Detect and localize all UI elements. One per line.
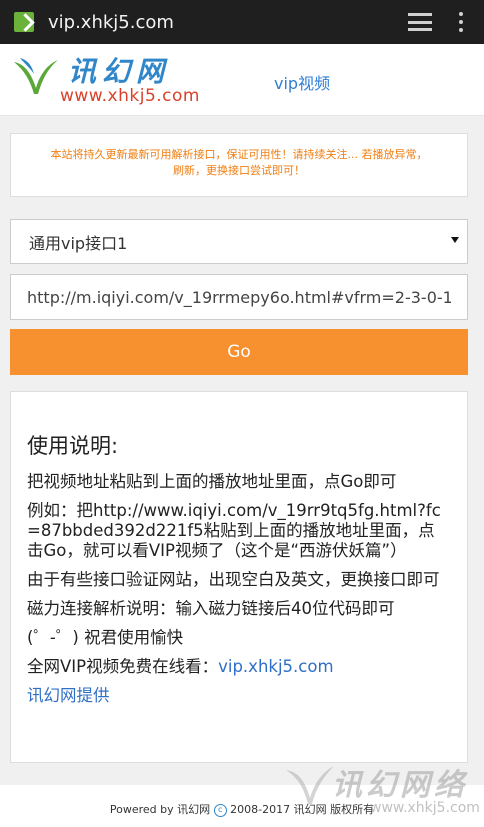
instruction-5: (゜-゜) 祝君使用愉快	[27, 628, 184, 647]
overflow-menu-icon[interactable]	[458, 12, 464, 32]
logo-text: 讯幻网	[68, 55, 171, 88]
dropdown-arrow-icon	[451, 237, 459, 243]
instructions-title: 使用说明:	[27, 434, 119, 458]
site-favicon-icon	[14, 12, 34, 32]
footer: Powered by 讯幻网 c 2008-2017 讯幻网 版权所有	[0, 785, 484, 827]
instruction-2: 例如：把http://www.iqiyi.com/v_19rr9tq5fg.ht…	[27, 501, 441, 560]
address-bar[interactable]: vip.xhkj5.com	[48, 12, 408, 33]
logo-domain: www.xhkj5.com	[60, 86, 200, 106]
notice-line-2: 刷新，更换接口尝试即可！	[173, 164, 305, 177]
site-logo[interactable]: 讯幻网 www.xhkj5.com	[12, 50, 212, 110]
api-select[interactable]: 通用vip接口1	[10, 219, 468, 264]
instruction-4: 磁力连接解析说明：输入磁力链接后40位代码即可	[27, 599, 395, 618]
nav-vip-video-link[interactable]: vip视频	[274, 70, 330, 94]
video-url-input[interactable]	[10, 274, 468, 320]
footer-powered: Powered by 讯幻网	[109, 803, 211, 816]
copyright-icon: c	[213, 803, 227, 817]
instructions-panel: 使用说明: 把视频地址粘贴到上面的播放地址里面，点Go即可 例如：把http:/…	[10, 391, 468, 763]
instruction-7: 讯幻网提供	[27, 686, 451, 706]
vip-site-link[interactable]: vip.xhkj5.com	[218, 657, 333, 676]
instruction-6: 全网VIP视频免费在线看：vip.xhkj5.com	[27, 657, 451, 677]
tabs-icon[interactable]	[408, 13, 432, 31]
instruction-3: 由于有些接口验证网站，出现空白及英文，更换接口即可	[27, 570, 440, 589]
notice-line-1: 本站将持久更新最新可用解析接口，保证可用性！请持续关注... 若播放异常，	[50, 148, 428, 161]
instruction-6-text: 全网VIP视频免费在线看：	[27, 657, 219, 676]
site-header: 讯幻网 www.xhkj5.com vip视频	[0, 44, 484, 116]
bird-logo-icon	[14, 58, 58, 94]
instruction-1: 把视频地址粘贴到上面的播放地址里面，点Go即可	[27, 472, 397, 491]
browser-toolbar: vip.xhkj5.com	[0, 0, 484, 44]
footer-copyright: 2008-2017 讯幻网 版权所有	[230, 803, 375, 816]
go-button[interactable]: Go	[10, 329, 468, 375]
provider-link[interactable]: 讯幻网提供	[27, 686, 110, 705]
api-select-value: 通用vip接口1	[29, 233, 128, 253]
notice-banner: 本站将持久更新最新可用解析接口，保证可用性！请持续关注... 若播放异常， 刷新…	[10, 133, 468, 197]
